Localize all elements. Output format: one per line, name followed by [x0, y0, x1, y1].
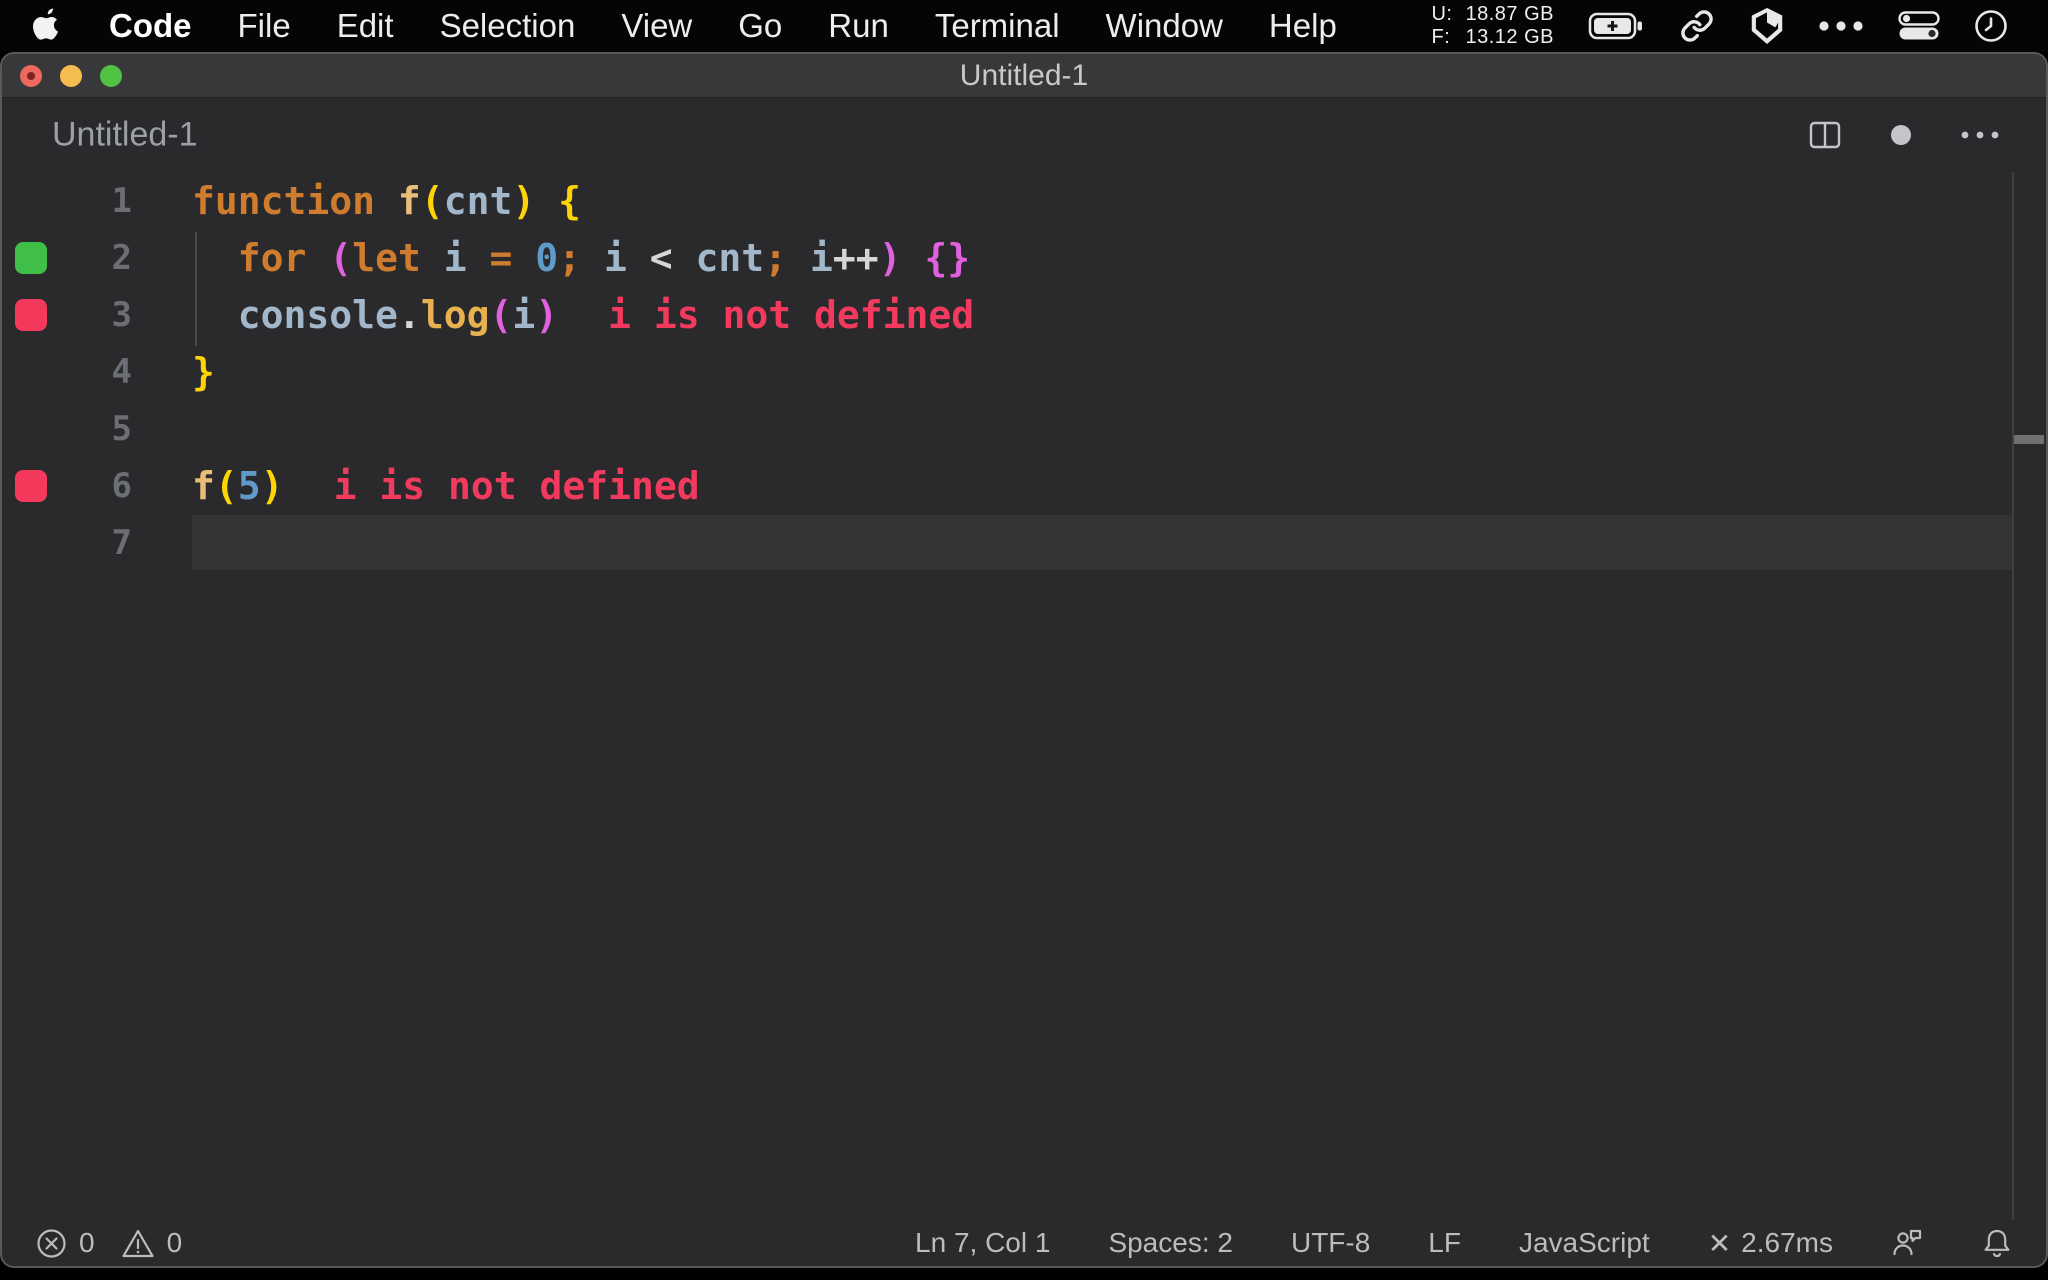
- menu-item-window[interactable]: Window: [1083, 7, 1246, 45]
- apple-menu-icon[interactable]: [32, 8, 62, 44]
- line-number: 4: [111, 351, 132, 392]
- menu-item-edit[interactable]: Edit: [314, 7, 417, 45]
- code-line-5[interactable]: 5: [2, 400, 2046, 457]
- inline-error-annotation: i is not defined: [333, 463, 700, 508]
- menu-item-run[interactable]: Run: [805, 7, 912, 45]
- macos-menubar: Code File Edit Selection View Go Run Terminal Wi…: [0, 0, 2048, 52]
- overview-ruler[interactable]: [2012, 172, 2014, 1220]
- problems-status[interactable]: 0 0: [36, 1227, 196, 1259]
- menu-item-help[interactable]: Help: [1246, 7, 1360, 45]
- warning-icon: [121, 1228, 155, 1259]
- line-number: 1: [111, 180, 132, 221]
- indentation-setting[interactable]: Spaces: 2: [1108, 1227, 1233, 1259]
- memory-used-label: U:: [1431, 3, 1453, 25]
- more-actions-icon[interactable]: [1960, 131, 2000, 139]
- code-line-6[interactable]: 6 f(5) i is not defined: [2, 457, 2046, 514]
- menu-item-terminal[interactable]: Terminal: [912, 7, 1083, 45]
- line-number: 7: [111, 522, 132, 563]
- cursor-position[interactable]: Ln 7, Col 1: [915, 1227, 1050, 1259]
- perf-time: 2.67ms: [1741, 1227, 1833, 1258]
- menubar-right: U: 18.87 GB F: 13.12 GB: [1431, 3, 2048, 49]
- code-text: }: [192, 349, 215, 394]
- clock-icon[interactable]: [1974, 9, 2008, 43]
- language-mode[interactable]: JavaScript: [1519, 1227, 1650, 1259]
- tab-untitled-1[interactable]: Untitled-1: [52, 116, 198, 155]
- console-ninja-x-icon: ✕: [1707, 1227, 1732, 1259]
- notifications-bell-icon[interactable]: [1982, 1227, 2012, 1260]
- console-ninja-status[interactable]: ✕ 2.67ms: [1708, 1227, 1833, 1260]
- menu-item-file[interactable]: File: [215, 7, 314, 45]
- menubar-items: Code File Edit Selection View Go Run Terminal Wi…: [86, 7, 1360, 45]
- code-line-3[interactable]: 3 console.log(i) i is not defined: [2, 286, 2046, 343]
- code-lines: 1 function f(cnt) { 2 for (let i = 0; i < …: [2, 172, 2046, 571]
- line-number: 2: [111, 237, 132, 278]
- cube-icon[interactable]: [1750, 8, 1784, 44]
- menu-item-view[interactable]: View: [598, 7, 715, 45]
- indent-guide: [195, 232, 197, 346]
- code-line-2[interactable]: 2 for (let i = 0; i < cnt; i++) {}: [2, 229, 2046, 286]
- vscode-window: Untitled-1 Untitled-1 1 function f(cnt) {…: [0, 52, 2048, 1268]
- memory-status: U: 18.87 GB F: 13.12 GB: [1431, 3, 1554, 49]
- line-number: 3: [111, 294, 132, 335]
- code-text: for (let i = 0; i < cnt; i++) {}: [237, 235, 971, 280]
- feedback-icon[interactable]: [1891, 1227, 1924, 1259]
- eol-setting[interactable]: LF: [1428, 1227, 1461, 1259]
- overview-ruler-marker: [2014, 435, 2044, 444]
- link-icon[interactable]: [1678, 9, 1716, 43]
- inline-error-annotation: i is not defined: [608, 292, 975, 337]
- zoom-button[interactable]: [100, 64, 122, 87]
- memory-free-label: F:: [1431, 26, 1451, 48]
- menu-item-code[interactable]: Code: [86, 7, 215, 45]
- minimize-button[interactable]: [60, 64, 82, 87]
- unsaved-dot-icon[interactable]: [1890, 124, 1912, 146]
- ellipsis-icon[interactable]: [1818, 20, 1864, 32]
- battery-charging-icon[interactable]: [1588, 11, 1644, 41]
- menubar-left: Code File Edit Selection View Go Run Terminal Wi…: [0, 7, 1360, 45]
- menu-item-selection[interactable]: Selection: [417, 7, 599, 45]
- status-bar: 0 0 Ln 7, Col 1 Spaces: 2 UTF-8 LF JavaS…: [2, 1220, 2046, 1266]
- code-line-4[interactable]: 4}: [2, 343, 2046, 400]
- memory-used-value: 18.87 GB: [1465, 3, 1554, 25]
- code-line-7[interactable]: 7: [2, 514, 2046, 571]
- error-count: 0: [79, 1227, 95, 1258]
- memory-free-value: 13.12 GB: [1465, 26, 1554, 48]
- line-number: 5: [111, 408, 132, 449]
- code-line-1[interactable]: 1 function f(cnt) {: [2, 172, 2046, 229]
- statusbar-right: Ln 7, Col 1 Spaces: 2 UTF-8 LF JavaScrip…: [915, 1227, 2012, 1260]
- traffic-lights: [20, 54, 122, 97]
- window-titlebar[interactable]: Untitled-1: [2, 54, 2046, 98]
- code-text: f(5) i is not defined: [192, 463, 700, 508]
- window-title: Untitled-1: [959, 58, 1089, 92]
- encoding-setting[interactable]: UTF-8: [1291, 1227, 1370, 1259]
- code-editor[interactable]: 1 function f(cnt) { 2 for (let i = 0; i < …: [2, 172, 2046, 1220]
- line-number: 6: [111, 465, 132, 506]
- code-text: console.log(i) i is not defined: [237, 292, 975, 337]
- editor-actions: [1808, 118, 2000, 152]
- error-icon: [36, 1228, 67, 1259]
- close-button[interactable]: [20, 64, 42, 87]
- split-editor-icon[interactable]: [1808, 118, 1842, 152]
- current-line-highlight: [192, 515, 2012, 570]
- code-text: function f(cnt) {: [192, 178, 582, 223]
- warning-count: 0: [166, 1227, 183, 1258]
- menu-item-go[interactable]: Go: [715, 7, 805, 45]
- editor-header: Untitled-1: [2, 98, 2046, 172]
- control-center-icon[interactable]: [1898, 11, 1940, 41]
